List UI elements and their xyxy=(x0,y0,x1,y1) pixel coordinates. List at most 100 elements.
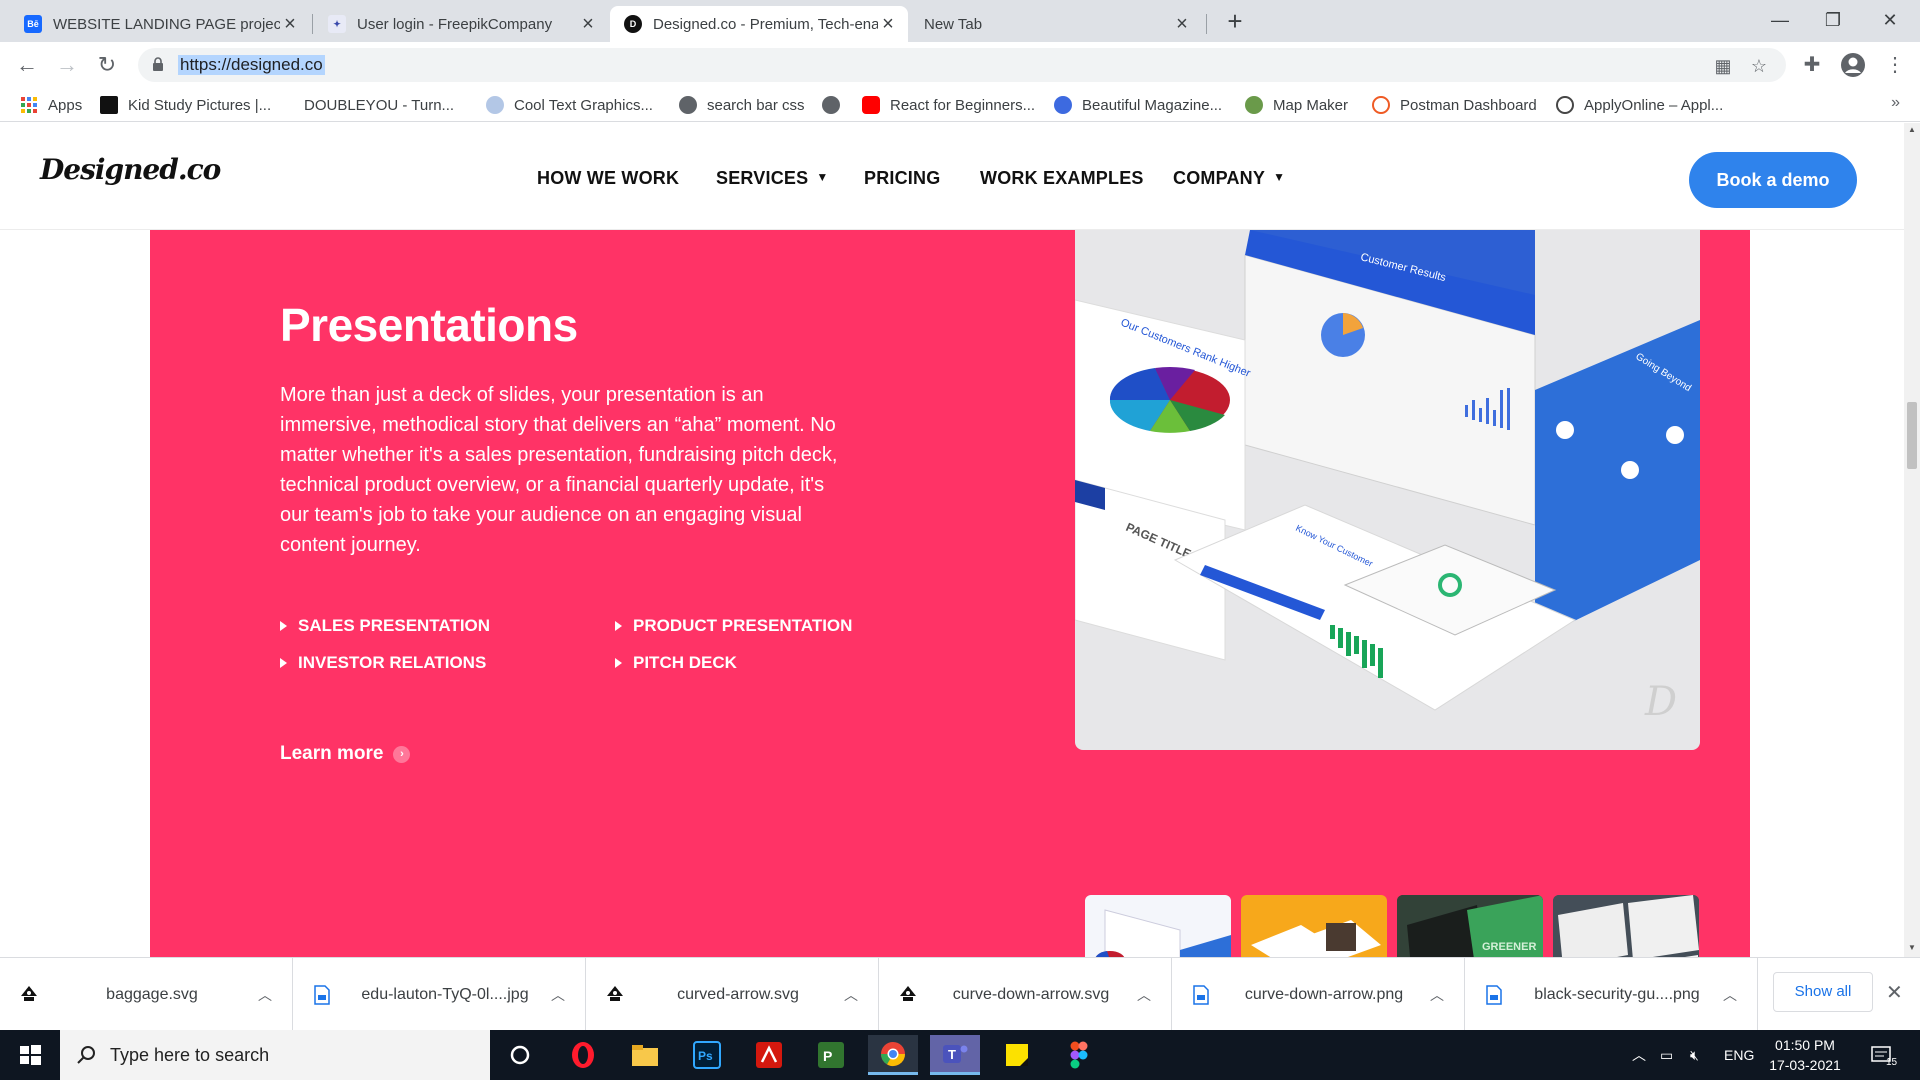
forward-arrow-icon[interactable]: → xyxy=(52,50,82,80)
wordpress-icon xyxy=(1556,96,1574,114)
tray-chevron-up-icon[interactable]: ︿ xyxy=(1632,1030,1646,1080)
caret-down-icon: ▼ xyxy=(816,170,829,184)
back-arrow-icon[interactable]: ← xyxy=(12,50,42,80)
chevron-up-icon[interactable]: ︿ xyxy=(1723,985,1737,1005)
clock-time: 01:50 PM xyxy=(1775,1037,1835,1053)
window-close-button[interactable]: ✕ xyxy=(1868,2,1912,38)
bookmark-globe[interactable] xyxy=(822,94,850,116)
chevron-up-icon[interactable]: ︿ xyxy=(551,985,565,1005)
nav-company[interactable]: COMPANY ▼ xyxy=(1173,168,1285,189)
play-triangle-icon xyxy=(280,658,287,668)
minimize-button[interactable]: — xyxy=(1758,2,1802,38)
book-demo-button[interactable]: Book a demo xyxy=(1689,152,1857,208)
bookmark-star-icon[interactable]: ☆ xyxy=(1749,56,1769,76)
bookmark-kid-study[interactable]: Kid Study Pictures |... xyxy=(100,94,271,116)
download-item[interactable]: curved-arrow.svg ︿ xyxy=(586,958,879,1031)
thumbnail-presentation-2[interactable] xyxy=(1241,895,1387,957)
tab-website-landing[interactable]: Bē WEBSITE LANDING PAGE project × xyxy=(10,6,310,42)
menu-kebab-icon[interactable]: ⋮ xyxy=(1880,50,1910,80)
new-tab-button[interactable]: + xyxy=(1220,6,1250,36)
presentation-mockup-image[interactable]: Customer Results Our Customers Rank High… xyxy=(1075,230,1700,750)
teams-icon[interactable]: T xyxy=(930,1035,980,1075)
feature-investor-relations[interactable]: INVESTOR RELATIONS xyxy=(280,653,486,673)
bookmark-react-beginners[interactable]: React for Beginners... xyxy=(862,94,1035,116)
thumbnail-presentation-3[interactable]: GREENER xyxy=(1397,895,1543,957)
language-indicator[interactable]: ENG xyxy=(1724,1030,1754,1080)
figma-icon[interactable] xyxy=(1054,1035,1104,1075)
bookmark-apps[interactable]: Apps xyxy=(20,94,82,116)
cortana-icon[interactable] xyxy=(495,1035,545,1075)
download-item[interactable]: curve-down-arrow.svg ︿ xyxy=(879,958,1172,1031)
nav-pricing[interactable]: PRICING xyxy=(864,168,940,189)
thumbnail-presentation-1[interactable] xyxy=(1085,895,1231,957)
show-all-downloads-button[interactable]: Show all xyxy=(1773,972,1873,1012)
file-icon xyxy=(314,984,330,1005)
bookmark-beautiful-magazine[interactable]: Beautiful Magazine... xyxy=(1054,94,1222,116)
sticky-notes-icon[interactable] xyxy=(992,1035,1042,1075)
web-page: Designed.co HOW WE WORK SERVICES ▼ PRICIN… xyxy=(0,123,1904,957)
search-placeholder: Type here to search xyxy=(110,1044,270,1065)
close-icon[interactable]: × xyxy=(578,13,598,36)
tab-user-login[interactable]: ✦ User login - FreepikCompany × xyxy=(314,6,608,42)
page-scrollbar[interactable]: ▲ ▼ xyxy=(1904,123,1920,957)
feature-product-presentation[interactable]: PRODUCT PRESENTATION xyxy=(615,616,852,636)
battery-icon[interactable]: ▭ xyxy=(1660,1030,1673,1080)
feature-pitch-deck[interactable]: PITCH DECK xyxy=(615,653,737,673)
download-item[interactable]: baggage.svg ︿ xyxy=(0,958,293,1031)
close-icon[interactable]: ✕ xyxy=(1886,980,1903,1005)
nav-how-we-work[interactable]: HOW WE WORK xyxy=(537,168,679,189)
bookmark-search-bar-css[interactable]: search bar css xyxy=(679,94,805,116)
bookmark-cool-text[interactable]: Cool Text Graphics... xyxy=(486,94,653,116)
bookmark-map-maker[interactable]: Map Maker xyxy=(1245,94,1348,116)
reload-icon[interactable]: ↻ xyxy=(92,50,122,80)
close-icon[interactable]: × xyxy=(1172,13,1192,36)
acrobat-icon[interactable] xyxy=(744,1035,794,1075)
freepik-icon: ✦ xyxy=(328,15,346,33)
bookmarks-bar: Apps Kid Study Pictures |... DOUBLEYOU -… xyxy=(0,88,1920,122)
close-icon[interactable]: × xyxy=(280,13,300,36)
windows-start-icon[interactable] xyxy=(0,1030,60,1080)
opera-icon[interactable] xyxy=(558,1035,608,1075)
extensions-puzzle-icon[interactable]: ✚ xyxy=(1797,50,1827,80)
designed-logo[interactable]: Designed.co xyxy=(40,153,221,199)
qr-code-icon[interactable]: ▦ xyxy=(1713,56,1733,76)
thumbnail-presentation-4[interactable] xyxy=(1553,895,1699,957)
bookmark-doubleyou[interactable]: DOUBLEYOU - Turn... xyxy=(296,94,454,116)
profile-avatar-icon[interactable] xyxy=(1838,50,1868,80)
tab-new-tab[interactable]: New Tab × xyxy=(910,6,1202,42)
taskbar-search-input[interactable]: Type here to search xyxy=(60,1030,490,1080)
url-text[interactable]: https://designed.co xyxy=(178,55,325,75)
bookmark-postman[interactable]: Postman Dashboard xyxy=(1372,94,1537,116)
bookmark-apply-online[interactable]: ApplyOnline – Appl... xyxy=(1556,94,1723,116)
bookmark-label: Apps xyxy=(48,96,83,114)
photoshop-icon[interactable]: Ps xyxy=(682,1035,732,1075)
restore-button[interactable]: ❐ xyxy=(1811,2,1855,38)
project-icon[interactable]: P xyxy=(806,1035,856,1075)
learn-more-link[interactable]: Learn more › xyxy=(280,743,411,765)
scroll-down-icon[interactable]: ▼ xyxy=(1908,943,1916,952)
browser-toolbar: ← → ↻ https://designed.co ▦ ☆ ✚ ⋮ xyxy=(0,42,1920,88)
chevron-up-icon[interactable]: ︿ xyxy=(258,985,272,1005)
chevron-up-icon[interactable]: ︿ xyxy=(1137,985,1151,1005)
system-clock[interactable]: 01:50 PM 17-03-2021 xyxy=(1760,1035,1850,1075)
scrollbar-thumb[interactable] xyxy=(1907,402,1917,469)
chevron-up-icon[interactable]: ︿ xyxy=(1430,985,1444,1005)
chevron-up-icon[interactable]: ︿ xyxy=(844,985,858,1005)
feature-sales-presentation[interactable]: SALES PRESENTATION xyxy=(280,616,490,636)
chrome-icon[interactable] xyxy=(868,1035,918,1075)
download-item[interactable]: edu-lauton-TyQ-0l....jpg ︿ xyxy=(293,958,586,1031)
close-icon[interactable]: × xyxy=(878,13,898,36)
download-item[interactable]: black-security-gu....png ︿ xyxy=(1465,958,1758,1031)
tab-designed[interactable]: D Designed.co - Premium, Tech-ena × xyxy=(610,6,908,42)
notifications-icon[interactable]: 15 xyxy=(1870,1030,1897,1080)
file-explorer-icon[interactable] xyxy=(620,1035,670,1075)
windows-taskbar: Type here to search Ps P T ︿ ▭ 🔇︎ ENG 01… xyxy=(0,1030,1920,1080)
address-bar[interactable]: https://designed.co ▦ ☆ xyxy=(138,48,1786,82)
play-triangle-icon xyxy=(615,621,622,631)
nav-services[interactable]: SERVICES ▼ xyxy=(716,168,828,189)
bookmarks-overflow-icon[interactable]: » xyxy=(1891,94,1900,112)
download-item[interactable]: curve-down-arrow.png ︿ xyxy=(1172,958,1465,1031)
volume-muted-icon[interactable]: 🔇︎ xyxy=(1690,1030,1699,1080)
nav-work-examples[interactable]: WORK EXAMPLES xyxy=(980,168,1144,189)
scroll-up-icon[interactable]: ▲ xyxy=(1908,125,1916,134)
